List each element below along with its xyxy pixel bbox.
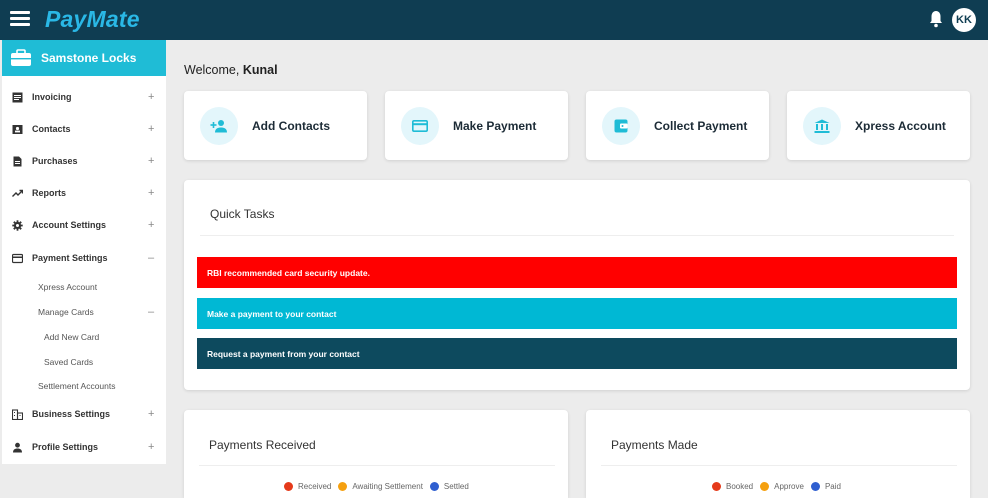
legend-dot bbox=[712, 482, 721, 491]
quick-tasks-title: Quick Tasks bbox=[210, 207, 275, 221]
org-header[interactable]: Samstone Locks bbox=[2, 40, 166, 76]
briefcase-icon bbox=[11, 49, 31, 66]
legend-booked[interactable]: Booked bbox=[712, 482, 753, 491]
legend-dot bbox=[429, 482, 439, 491]
collect-payment-label: Collect Payment bbox=[654, 119, 748, 133]
building-icon bbox=[12, 408, 23, 420]
divider bbox=[601, 465, 957, 466]
quick-tasks-panel: Quick Tasks RBI recommended card securit… bbox=[184, 180, 970, 390]
make-payment-label: Make Payment bbox=[453, 119, 537, 133]
credit-card-icon bbox=[12, 253, 23, 263]
expand-icon[interactable]: + bbox=[148, 155, 154, 167]
legend-paid[interactable]: Paid bbox=[810, 482, 841, 491]
contacts-icon bbox=[12, 124, 23, 134]
sidebar-sub-add-new-card[interactable]: Add New Card bbox=[44, 328, 184, 346]
payments-received-title: Payments Received bbox=[209, 438, 316, 452]
trending-up-icon bbox=[12, 189, 23, 197]
sidebar-item-payment-settings[interactable]: Payment Settings – bbox=[2, 247, 166, 269]
payments-made-card: Payments Made Booked Approve Paid bbox=[586, 410, 970, 498]
legend-settled[interactable]: Settled bbox=[429, 482, 469, 491]
expand-icon[interactable]: + bbox=[148, 187, 154, 199]
legend-label: Approve bbox=[774, 482, 804, 491]
sidebar-item-business-settings[interactable]: Business Settings + bbox=[2, 403, 166, 425]
sidebar-item-label: Payment Settings bbox=[32, 253, 108, 263]
sidebar-item-account-settings[interactable]: Account Settings + bbox=[2, 214, 166, 236]
sidebar-item-purchases[interactable]: Purchases + bbox=[2, 150, 166, 172]
xpress-account-card[interactable]: Xpress Account bbox=[787, 91, 970, 160]
xpress-account-label: Xpress Account bbox=[855, 119, 946, 133]
sidebar-item-label: Profile Settings bbox=[32, 442, 99, 452]
sidebar-item-label: Contacts bbox=[32, 124, 71, 134]
collect-payment-card[interactable]: Collect Payment bbox=[586, 91, 769, 160]
welcome-prefix: Welcome, bbox=[184, 63, 243, 77]
payments-received-legend: Received Awaiting Settlement Settled bbox=[284, 482, 476, 491]
app-logo[interactable]: PayMate bbox=[45, 6, 140, 33]
legend-label: Settled bbox=[443, 482, 469, 491]
org-name: Samstone Locks bbox=[41, 51, 137, 65]
bank-icon bbox=[803, 107, 841, 145]
legend-label: Booked bbox=[726, 482, 754, 491]
legend-dot bbox=[284, 482, 293, 491]
legend-approve[interactable]: Approve bbox=[760, 482, 804, 491]
sidebar-sub-saved-cards[interactable]: Saved Cards bbox=[44, 353, 184, 371]
document-icon bbox=[13, 156, 22, 166]
divider bbox=[199, 465, 555, 466]
task-make-payment[interactable]: Make a payment to your contact bbox=[197, 298, 957, 329]
legend-label: Received bbox=[298, 482, 332, 491]
gear-icon bbox=[12, 219, 23, 231]
payments-received-card: Payments Received Received Awaiting Sett… bbox=[184, 410, 568, 498]
sidebar-item-profile-settings[interactable]: Profile Settings + bbox=[2, 436, 166, 458]
sidebar: Samstone Locks Invoicing + Contacts + Pu… bbox=[2, 40, 166, 464]
legend-label: Awaiting Settlement bbox=[352, 482, 423, 491]
expand-icon[interactable]: + bbox=[148, 408, 154, 420]
sidebar-sub-manage-cards[interactable]: Manage Cards – bbox=[38, 303, 178, 321]
add-contacts-label: Add Contacts bbox=[252, 119, 330, 133]
sidebar-item-label: Account Settings bbox=[32, 220, 107, 230]
legend-dot bbox=[810, 482, 820, 491]
collapse-icon[interactable]: – bbox=[148, 252, 154, 264]
add-contacts-card[interactable]: Add Contacts bbox=[184, 91, 367, 160]
top-bar: PayMate KK bbox=[0, 0, 988, 40]
user-avatar[interactable]: KK bbox=[952, 8, 976, 32]
sidebar-sub-label: Manage Cards bbox=[38, 307, 94, 317]
divider bbox=[200, 235, 954, 236]
add-contact-icon bbox=[200, 107, 238, 145]
sidebar-sub-xpress-account[interactable]: Xpress Account bbox=[38, 278, 178, 296]
wallet-icon bbox=[602, 107, 640, 145]
task-rbi-card-security[interactable]: RBI recommended card security update. bbox=[197, 257, 957, 288]
bell-icon[interactable] bbox=[928, 10, 944, 28]
card-icon bbox=[401, 107, 439, 145]
make-payment-card[interactable]: Make Payment bbox=[385, 91, 568, 160]
legend-dot bbox=[760, 482, 770, 491]
payments-made-title: Payments Made bbox=[611, 438, 698, 452]
sidebar-sub-settlement-accounts[interactable]: Settlement Accounts bbox=[38, 377, 178, 395]
sidebar-item-invoicing[interactable]: Invoicing + bbox=[2, 86, 166, 108]
legend-dot bbox=[338, 482, 348, 491]
sidebar-item-label: Reports bbox=[32, 188, 67, 198]
collapse-icon[interactable]: – bbox=[148, 306, 154, 318]
expand-icon[interactable]: + bbox=[148, 441, 154, 453]
sidebar-item-reports[interactable]: Reports + bbox=[2, 182, 166, 204]
sidebar-item-label: Business Settings bbox=[32, 409, 111, 419]
invoice-icon bbox=[12, 92, 23, 102]
legend-awaiting-settlement[interactable]: Awaiting Settlement bbox=[338, 482, 423, 491]
person-icon bbox=[13, 442, 22, 452]
sidebar-item-contacts[interactable]: Contacts + bbox=[2, 118, 166, 140]
hamburger-menu-icon[interactable] bbox=[10, 11, 30, 29]
welcome-text: Welcome, Kunal bbox=[184, 63, 278, 77]
expand-icon[interactable]: + bbox=[148, 91, 154, 103]
sidebar-item-label: Purchases bbox=[32, 156, 78, 166]
task-request-payment[interactable]: Request a payment from your contact bbox=[197, 338, 957, 369]
legend-label: Paid bbox=[824, 482, 841, 491]
expand-icon[interactable]: + bbox=[148, 123, 154, 135]
expand-icon[interactable]: + bbox=[148, 219, 154, 231]
sidebar-item-label: Invoicing bbox=[32, 92, 72, 102]
payments-made-legend: Booked Approve Paid bbox=[712, 482, 848, 491]
welcome-user-name: Kunal bbox=[242, 63, 278, 77]
legend-received[interactable]: Received bbox=[284, 482, 331, 491]
